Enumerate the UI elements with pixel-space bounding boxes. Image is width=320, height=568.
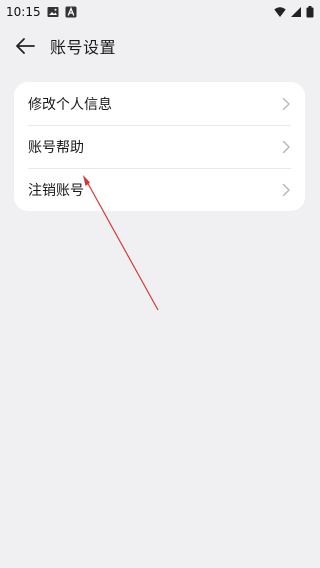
- back-button[interactable]: [12, 33, 38, 59]
- settings-item-delete-account[interactable]: 注销账号: [14, 168, 305, 211]
- status-time: 10:15: [6, 5, 41, 19]
- settings-item-account-help[interactable]: 账号帮助: [14, 125, 305, 168]
- text-a-icon: [65, 6, 77, 18]
- settings-item-edit-profile[interactable]: 修改个人信息: [14, 82, 305, 125]
- signal-icon: [290, 6, 302, 18]
- chevron-right-icon: [281, 140, 291, 154]
- status-left: 10:15: [6, 5, 77, 19]
- settings-item-label: 修改个人信息: [28, 96, 112, 113]
- battery-icon: [306, 6, 314, 18]
- settings-item-label: 账号帮助: [28, 139, 84, 156]
- status-bar: 10:15: [0, 0, 320, 24]
- image-icon: [47, 6, 59, 18]
- chevron-right-icon: [281, 183, 291, 197]
- settings-list: 修改个人信息 账号帮助 注销账号: [14, 82, 305, 211]
- wifi-icon: [274, 6, 286, 18]
- page-title: 账号设置: [50, 38, 117, 57]
- header-bar: 账号设置: [0, 24, 320, 68]
- back-arrow-icon: [14, 35, 36, 57]
- settings-item-label: 注销账号: [28, 182, 84, 199]
- status-right: [274, 6, 314, 18]
- chevron-right-icon: [281, 97, 291, 111]
